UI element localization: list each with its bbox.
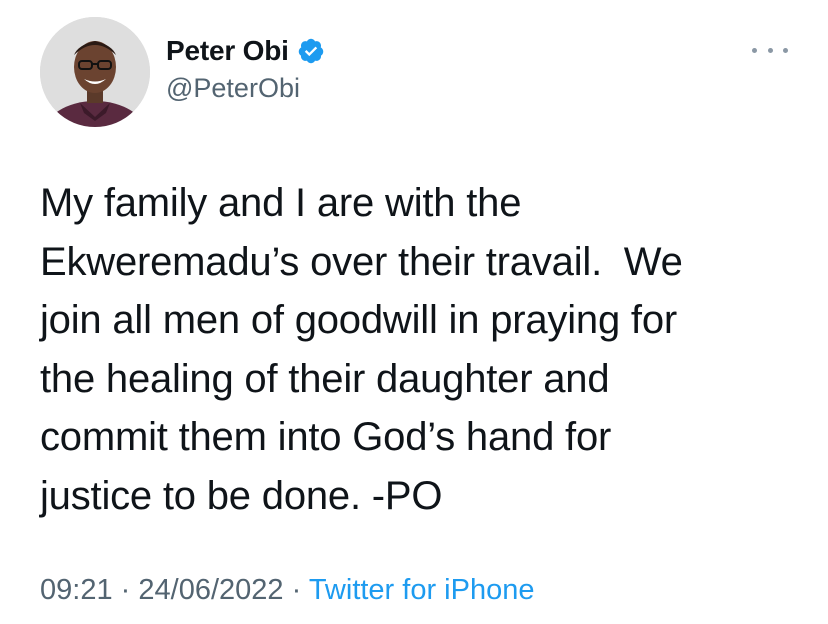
tweet-line: Ekweremadu’s over their travail. We: [40, 239, 683, 284]
meta-separator: ·: [120, 574, 131, 606]
tweet-line: commit them into God’s hand for: [40, 415, 612, 459]
more-dot: [752, 47, 757, 53]
tweet-line: the healing of their daughter and: [40, 356, 610, 401]
author-handle[interactable]: @PeterObi: [166, 73, 300, 104]
tweet-meta: 09:21 · 24/06/2022 · Twitter for iPhone: [40, 574, 534, 607]
verified-badge-icon: [297, 37, 325, 65]
tweet-time[interactable]: 09:21: [40, 574, 113, 606]
tweet-date[interactable]: 24/06/2022: [138, 574, 283, 606]
more-horizontal-icon[interactable]: [752, 38, 788, 62]
tweet-source-link[interactable]: Twitter for iPhone: [309, 574, 535, 606]
more-dot: [783, 47, 788, 53]
tweet-line: My family and I are with the: [40, 181, 522, 225]
meta-separator: ·: [291, 574, 302, 606]
tweet: Peter Obi @PeterObi My family and I are …: [0, 0, 828, 624]
tweet-line: justice to be done. -PO: [40, 473, 443, 518]
avatar-image: [40, 17, 150, 127]
more-dot: [767, 47, 773, 53]
author-name-row[interactable]: Peter Obi: [166, 33, 325, 69]
tweet-line: join all men of goodwill in praying for: [40, 298, 677, 342]
avatar[interactable]: [40, 17, 150, 127]
tweet-text: My family and I are with the Ekweremadu’s…: [40, 174, 800, 525]
author-display-name[interactable]: Peter Obi: [166, 35, 289, 67]
